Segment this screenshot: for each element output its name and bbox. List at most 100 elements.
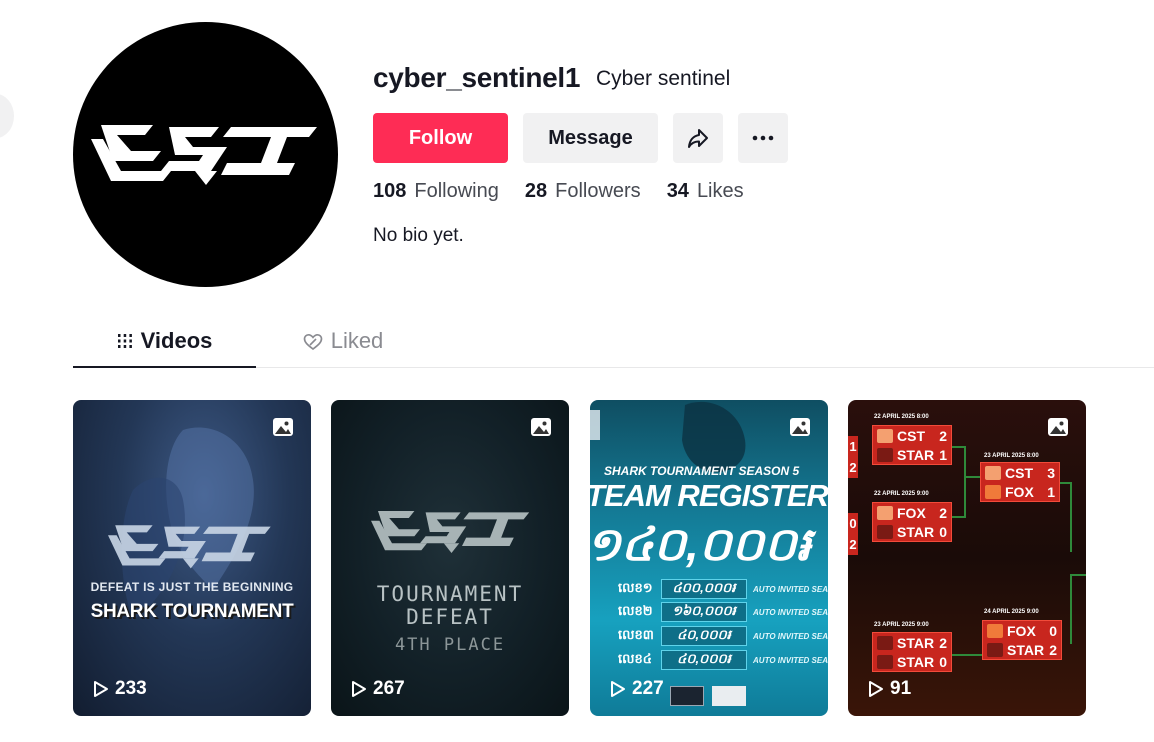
team-logo-icon bbox=[987, 643, 1003, 657]
team-score: 2 bbox=[939, 428, 947, 444]
team-name: CST bbox=[1005, 465, 1033, 481]
team-score: 2 bbox=[939, 505, 947, 521]
card-subtitle: SHARK TOURNAMENT SEASON 5 bbox=[604, 464, 800, 478]
team-logo-icon bbox=[877, 655, 893, 669]
video-card-2[interactable]: TOURNAMENT DEFEAT 4TH PLACE 267 bbox=[331, 400, 569, 716]
card-line-3: 4TH PLACE bbox=[394, 635, 506, 655]
share-icon bbox=[688, 129, 708, 148]
prize-note: AUTO INVITED SEA bbox=[753, 607, 828, 617]
view-count-value: 227 bbox=[632, 678, 664, 699]
prize-note: AUTO INVITED SEA bbox=[753, 584, 828, 594]
card-title: TEAM REGISTERED bbox=[590, 478, 828, 513]
prize-rank: លេខ៣ bbox=[618, 626, 654, 642]
photo-icon bbox=[1048, 418, 1068, 436]
team-logo-icon bbox=[877, 429, 893, 443]
match-box: STAR 2 STAR 0 bbox=[872, 632, 952, 672]
prize-rank: លេខ៤ bbox=[618, 650, 652, 666]
prize-rank: លេខ១ bbox=[618, 579, 653, 595]
grid-icon bbox=[117, 334, 132, 348]
prize-row: លេខ៣ ៤០,០០០៛ AUTO INVITED SEA bbox=[590, 626, 828, 646]
match-team: STAR 1 bbox=[877, 446, 947, 464]
prize-rank: លេខ២ bbox=[618, 602, 653, 618]
team-name: STAR bbox=[897, 524, 935, 540]
bracket-connector bbox=[952, 654, 982, 656]
team-logo-icon bbox=[877, 525, 893, 539]
match-box: FOX 0 STAR 2 bbox=[982, 620, 1062, 660]
view-count-value: 267 bbox=[373, 678, 405, 699]
team-name: STAR bbox=[897, 447, 935, 463]
photo-icon bbox=[531, 418, 551, 436]
follow-button[interactable]: Follow bbox=[373, 113, 508, 163]
bracket-connector bbox=[964, 476, 980, 478]
cst-logo bbox=[90, 124, 317, 185]
team-score: 1 bbox=[939, 447, 947, 463]
team-logo-icon bbox=[877, 448, 893, 462]
photo-icon bbox=[273, 418, 293, 436]
card-art bbox=[108, 427, 271, 620]
team-name: FOX bbox=[897, 505, 926, 521]
prize-amount: ៤០០,០០០៛ bbox=[660, 579, 748, 599]
play-icon bbox=[869, 681, 883, 697]
card-line-1: TOURNAMENT bbox=[376, 582, 524, 606]
team-name: FOX bbox=[1007, 623, 1036, 639]
video-card-3[interactable]: SHARK TOURNAMENT SEASON 5 TEAM REGISTERE… bbox=[590, 400, 828, 716]
message-button[interactable]: Message bbox=[523, 113, 658, 163]
video-card-1[interactable]: DEFEAT IS JUST THE BEGINNING SHARK TOURN… bbox=[73, 400, 311, 716]
liked-heart-icon bbox=[303, 333, 323, 351]
match-team: FOX 0 bbox=[987, 622, 1057, 640]
match-date: 23 APRIL 2025 8:00 bbox=[984, 453, 1039, 459]
stat-label: Following bbox=[414, 180, 499, 202]
team-logo-icon bbox=[985, 485, 1001, 499]
bracket-connector bbox=[952, 516, 966, 518]
view-count: 267 bbox=[351, 678, 405, 700]
share-button[interactable] bbox=[673, 113, 723, 163]
card-art bbox=[371, 511, 530, 553]
team-name: CST bbox=[897, 428, 925, 444]
team-score: 3 bbox=[1047, 465, 1055, 481]
prize-row: លេខ២ ១៦០,០០០៛ AUTO INVITED SEA bbox=[590, 602, 828, 622]
tab-liked[interactable]: Liked bbox=[273, 320, 413, 368]
stat-followers[interactable]: 28 Followers bbox=[525, 180, 641, 203]
team-logo-icon bbox=[987, 624, 1003, 638]
bracket-connector bbox=[1070, 574, 1072, 644]
team-logo-icon bbox=[985, 466, 1001, 480]
team-logo-icon bbox=[877, 636, 893, 650]
view-count-value: 233 bbox=[115, 678, 147, 699]
view-count: 233 bbox=[93, 678, 147, 700]
prize-amount: ១៦០,០០០៛ bbox=[660, 602, 748, 622]
match-team: STAR 2 bbox=[987, 641, 1057, 659]
tab-label: Liked bbox=[330, 328, 384, 353]
tab-videos[interactable]: Videos bbox=[73, 320, 256, 368]
team-score: 0 bbox=[939, 654, 947, 670]
video-card-4[interactable]: 12 02 22 APRIL 2025 8:00 CST 2 STAR 1 22 A… bbox=[848, 400, 1086, 716]
prize-amount: ៤០,០០០៛ bbox=[660, 650, 748, 670]
bracket-side-score: 12 bbox=[848, 436, 858, 478]
more-options-button[interactable] bbox=[738, 113, 788, 163]
match-date: 24 APRIL 2025 9:00 bbox=[984, 609, 1039, 615]
bracket-connector bbox=[964, 446, 966, 518]
team-logo-icon bbox=[877, 506, 893, 520]
team-name: STAR bbox=[1007, 642, 1045, 658]
prize-amount: ៤០,០០០៛ bbox=[660, 626, 748, 646]
team-name: FOX bbox=[1005, 484, 1034, 500]
stat-following[interactable]: 108 Following bbox=[373, 180, 499, 203]
match-date: 23 APRIL 2025 9:00 bbox=[874, 622, 929, 628]
profile-stats: 108 Following 28 Followers 34 Likes bbox=[373, 180, 770, 203]
match-box: CST 2 STAR 1 bbox=[872, 425, 952, 465]
match-team: STAR 0 bbox=[877, 653, 947, 671]
prize-note: AUTO INVITED SEA bbox=[753, 655, 828, 665]
match-date: 22 APRIL 2025 8:00 bbox=[874, 414, 929, 420]
team-score: 1 bbox=[1047, 484, 1055, 500]
match-team: STAR 2 bbox=[877, 634, 947, 652]
bio-text: No bio yet. bbox=[373, 225, 464, 246]
tab-label: Videos bbox=[140, 328, 213, 353]
team-name: STAR bbox=[897, 635, 935, 651]
match-box: FOX 2 STAR 0 bbox=[872, 502, 952, 542]
card-title: SHARK TOURNAMENT bbox=[90, 601, 294, 622]
stat-value: 34 bbox=[666, 180, 689, 202]
prize-note: AUTO INVITED SEA bbox=[753, 631, 828, 641]
team-name: STAR bbox=[897, 654, 935, 670]
side-nav-edge[interactable] bbox=[0, 94, 14, 138]
prize-row: លេខ៤ ៤០,០០០៛ AUTO INVITED SEA bbox=[590, 650, 828, 670]
match-box: CST 3 FOX 1 bbox=[980, 462, 1060, 502]
